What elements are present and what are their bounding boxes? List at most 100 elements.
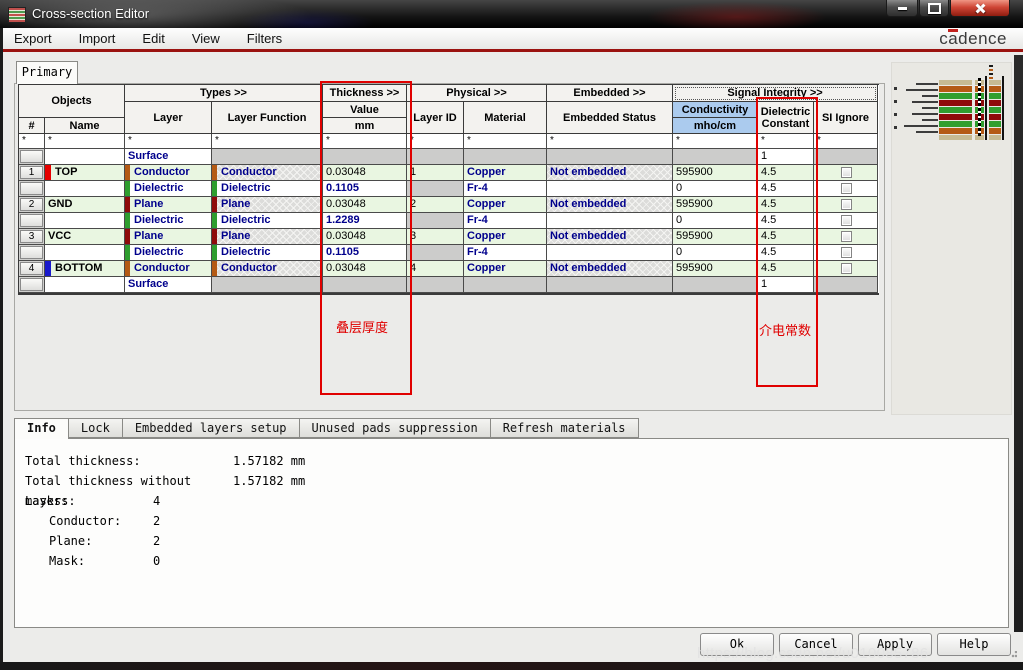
cell-name[interactable]: GND [45,197,125,213]
cell-material[interactable]: Copper [464,165,547,181]
filter-num[interactable]: * [19,134,45,149]
cell-dielectric[interactable]: 4.5 [758,261,814,277]
tab-lock[interactable]: Lock [68,418,123,438]
si-ignore-checkbox[interactable] [841,167,852,178]
cell-name[interactable] [45,277,125,293]
cell-num[interactable] [19,213,45,229]
cell-layer[interactable]: Conductor [125,261,212,277]
cell-embedded[interactable] [547,181,673,197]
si-ignore-checkbox[interactable] [841,183,852,194]
cell-layer-id[interactable]: 3 [407,229,464,245]
minimize-button[interactable] [886,0,918,17]
cell-conductivity[interactable]: 0 [673,181,758,197]
cell-num[interactable]: 1 [19,165,45,181]
cell-material[interactable]: Fr-4 [464,245,547,261]
cell-conductivity[interactable]: 595900 [673,261,758,277]
si-ignore-checkbox[interactable] [841,199,852,210]
filter-embedded[interactable]: * [547,134,673,149]
cell-layer-function[interactable]: Plane [212,229,323,245]
cell-embedded[interactable]: Not embedded [547,229,673,245]
group-signal-integrity[interactable]: Signal Integrity >> [673,85,878,102]
filter-material[interactable]: * [464,134,547,149]
cell-material[interactable]: Copper [464,197,547,213]
cell-num[interactable] [19,245,45,261]
filter-layer-id[interactable]: * [407,134,464,149]
cell-layer[interactable]: Dielectric [125,181,212,197]
cell-material[interactable]: Fr-4 [464,213,547,229]
ok-button[interactable]: Ok [700,633,774,656]
cell-layer-function[interactable]: Dielectric [212,181,323,197]
tab-unused-pads-suppression[interactable]: Unused pads suppression [299,418,491,438]
cell-layer-function[interactable]: Dielectric [212,213,323,229]
cell-thickness[interactable]: 0.03048 [323,197,407,213]
cell-layer-id[interactable]: 2 [407,197,464,213]
cell-layer[interactable]: Conductor [125,165,212,181]
cell-layer[interactable]: Plane [125,229,212,245]
filter-si[interactable]: * [814,134,878,149]
cell-thickness[interactable]: 0.03048 [323,229,407,245]
cell-layer-function[interactable]: Dielectric [212,245,323,261]
cell-embedded[interactable] [547,245,673,261]
cell-layer-id[interactable]: 1 [407,165,464,181]
cell-dielectric[interactable]: 4.5 [758,197,814,213]
cell-conductivity[interactable]: 0 [673,213,758,229]
filter-dielectric[interactable]: * [758,134,814,149]
cell-material[interactable]: Copper [464,261,547,277]
cell-layer-function[interactable]: Plane [212,197,323,213]
maximize-button[interactable] [919,0,949,17]
cell-thickness[interactable]: 0.1105 [323,245,407,261]
cell-dielectric[interactable]: 1 [758,149,814,165]
filter-layer[interactable]: * [125,134,212,149]
help-button[interactable]: Help [937,633,1011,656]
group-physical[interactable]: Physical >> [407,85,547,102]
cell-num[interactable] [19,277,45,293]
cell-thickness[interactable]: 0.03048 [323,261,407,277]
cell-dielectric[interactable]: 4.5 [758,213,814,229]
cell-dielectric[interactable]: 4.5 [758,181,814,197]
cell-name[interactable] [45,213,125,229]
resize-grip[interactable] [1009,651,1017,659]
cell-thickness[interactable]: 0.03048 [323,165,407,181]
cell-material[interactable]: Copper [464,229,547,245]
cell-embedded[interactable]: Not embedded [547,261,673,277]
cell-dielectric[interactable]: 4.5 [758,165,814,181]
menu-export[interactable]: Export [14,31,52,46]
cell-thickness[interactable]: 1.2289 [323,213,407,229]
si-ignore-checkbox[interactable] [841,215,852,226]
cell-embedded[interactable]: Not embedded [547,197,673,213]
filter-name[interactable]: * [45,134,125,149]
filter-value[interactable]: * [323,134,407,149]
cell-layer[interactable]: Plane [125,197,212,213]
cell-conductivity[interactable]: 595900 [673,197,758,213]
cell-conductivity[interactable]: 0 [673,245,758,261]
cell-dielectric[interactable]: 4.5 [758,229,814,245]
close-button[interactable] [950,0,1010,17]
cell-layer[interactable]: Surface [125,149,212,165]
cell-name[interactable]: TOP [45,165,125,181]
cell-num[interactable]: 4 [19,261,45,277]
cell-name[interactable] [45,149,125,165]
cell-dielectric[interactable]: 1 [758,277,814,293]
si-ignore-checkbox[interactable] [841,263,852,274]
apply-button[interactable]: Apply [858,633,932,656]
cell-num[interactable] [19,149,45,165]
group-thickness[interactable]: Thickness >> [323,85,407,102]
cell-num[interactable]: 2 [19,197,45,213]
cell-material[interactable]: Fr-4 [464,181,547,197]
si-ignore-checkbox[interactable] [841,247,852,258]
menu-filters[interactable]: Filters [247,31,282,46]
menu-edit[interactable]: Edit [142,31,164,46]
cell-layer[interactable]: Dielectric [125,245,212,261]
cell-layer-function[interactable]: Conductor [212,261,323,277]
cell-num[interactable] [19,181,45,197]
cell-name[interactable]: VCC [45,229,125,245]
tab-embedded-layers-setup[interactable]: Embedded layers setup [122,418,300,438]
cell-dielectric[interactable]: 4.5 [758,245,814,261]
filter-conductivity[interactable]: * [673,134,758,149]
menu-import[interactable]: Import [79,31,116,46]
tab-primary[interactable]: Primary [16,61,78,84]
menu-view[interactable]: View [192,31,220,46]
group-types[interactable]: Types >> [125,85,323,102]
cell-layer[interactable]: Dielectric [125,213,212,229]
cell-layer[interactable]: Surface [125,277,212,293]
